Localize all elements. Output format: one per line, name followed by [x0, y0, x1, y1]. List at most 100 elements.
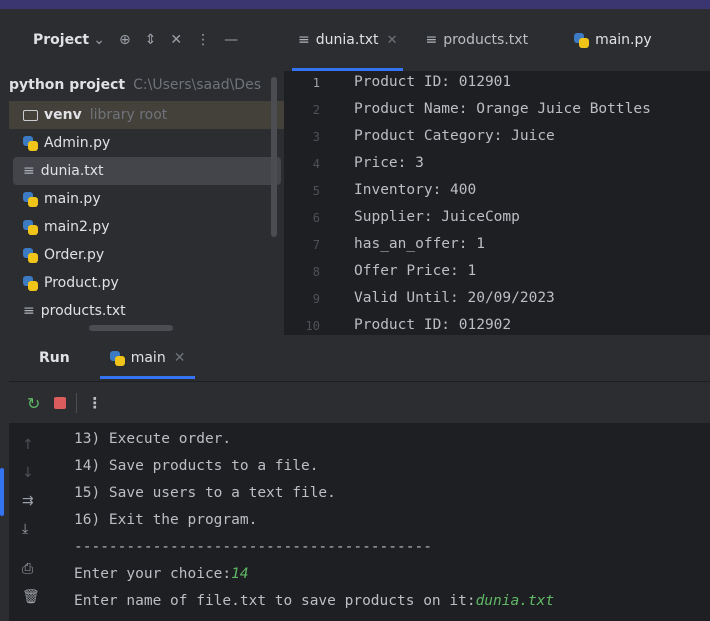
project-panel: Project ⌄ ⊕ ⇕ ✕ ⋮ — python project C:\Us… [9, 9, 284, 335]
console-line: 13) Execute order. [74, 431, 232, 447]
editor-area[interactable]: 1 2 3 4 5 6 7 8 9 10 Product ID: 012901 … [284, 71, 710, 335]
line-number: 6 [312, 211, 320, 225]
code-line: Offer Price: 1 [354, 263, 477, 279]
file-name: Order.py [44, 247, 105, 263]
run-side-toolbar: ↑ ↓ ⇉ ⤓ ⎙ 🗑 [9, 423, 54, 621]
console-line: 14) Save products to a file. [74, 458, 319, 474]
tree-item-admin-py[interactable]: Admin.py [9, 129, 284, 157]
line-number: 9 [312, 292, 320, 306]
run-panel-title: Run [39, 350, 70, 366]
python-file-icon [574, 32, 590, 48]
root-name: python project [9, 77, 126, 93]
prompt-text: Enter your choice: [74, 566, 232, 582]
tab-label: main.py [595, 32, 652, 48]
user-input: 14 [231, 566, 249, 582]
print-icon[interactable]: ⎙ [22, 561, 33, 577]
tree-item-main2-py[interactable]: main2.py [9, 213, 284, 241]
console-line: 15) Save users to a text file. [74, 485, 336, 501]
code-line: Product Category: Juice [354, 128, 555, 144]
line-number: 8 [312, 265, 320, 279]
text-file-icon: ≡ [298, 32, 310, 48]
user-input: dunia.txt [475, 593, 555, 609]
code-line: Product Name: Orange Juice Bottles [354, 101, 651, 117]
project-header: Project ⌄ ⊕ ⇕ ✕ ⋮ — [9, 9, 284, 71]
focus-indicator [0, 468, 4, 516]
expand-all-icon[interactable]: ⇕ [145, 32, 157, 48]
stop-icon[interactable] [54, 397, 67, 409]
python-file-icon [23, 275, 38, 291]
project-vertical-scrollbar[interactable] [271, 77, 277, 237]
chevron-down-icon: ⌄ [93, 32, 105, 48]
line-number: 3 [312, 130, 320, 144]
tree-item-products-txt[interactable]: ≡ products.txt [9, 297, 284, 325]
root-path: C:\Users\saad\Des [133, 77, 261, 93]
tab-label: products.txt [443, 32, 529, 48]
tree-item-order-py[interactable]: Order.py [9, 241, 284, 269]
project-view-dropdown[interactable]: Project ⌄ [33, 32, 105, 48]
file-name: dunia.txt [40, 163, 104, 179]
tree-root[interactable]: python project C:\Users\saad\Des [9, 71, 284, 99]
folder-icon [23, 109, 38, 121]
console-prompt-file: Enter name of file.txt to save products … [74, 593, 554, 609]
tab-label: dunia.txt [315, 32, 379, 48]
tree-item-dunia-txt[interactable]: ≡ dunia.txt [13, 157, 281, 185]
code-line: Inventory: 400 [354, 182, 477, 198]
rerun-icon[interactable]: ↻ [27, 394, 40, 413]
text-file-icon: ≡ [23, 163, 35, 179]
console-prompt-choice: Enter your choice:14 [74, 566, 249, 582]
locate-target-icon[interactable]: ⊕ [119, 32, 131, 48]
line-number: 4 [312, 157, 320, 171]
code-line: Product ID: 012902 [354, 317, 512, 333]
tab-dunia-txt[interactable]: ≡ dunia.txt ✕ [284, 9, 411, 71]
editor-tab-bar: ≡ dunia.txt ✕ ≡ products.txt main.py [284, 9, 710, 71]
file-name: Admin.py [44, 135, 111, 151]
arrow-up-icon[interactable]: ↑ [22, 437, 34, 453]
code-line: Valid Until: 20/09/2023 [354, 290, 555, 306]
run-tab-label: main [130, 350, 166, 366]
run-tab-main[interactable]: main ✕ [99, 335, 196, 381]
trash-icon[interactable]: 🗑 [22, 589, 40, 605]
line-number-gutter: 1 2 3 4 5 6 7 8 9 10 [284, 71, 334, 335]
python-file-icon [23, 247, 38, 263]
tool-window-bar [0, 9, 9, 621]
run-console[interactable]: 13) Execute order. 14) Save products to … [54, 423, 710, 621]
python-file-icon [23, 191, 38, 207]
text-file-icon: ≡ [425, 32, 438, 48]
file-name: products.txt [40, 303, 126, 319]
python-file-icon [23, 219, 38, 235]
line-number: 2 [312, 103, 320, 117]
more-options-icon[interactable]: ⋮ [87, 394, 102, 412]
line-number: 1 [312, 76, 320, 90]
python-run-icon [109, 350, 125, 366]
tree-item-main-py[interactable]: main.py [9, 185, 284, 213]
tree-item-product-py[interactable]: Product.py [9, 269, 284, 297]
scroll-to-end-icon[interactable]: ⤓ [22, 521, 28, 537]
venv-hint: library root [89, 107, 168, 123]
project-horizontal-scrollbar[interactable] [89, 325, 173, 331]
text-file-icon: ≡ [23, 303, 35, 319]
code-line: has_an_offer: 1 [354, 236, 485, 252]
arrow-down-icon[interactable]: ↓ [22, 465, 34, 481]
venv-name: venv [44, 107, 82, 123]
toolbar-divider [76, 393, 78, 413]
project-title: Project [33, 32, 90, 48]
run-toolbar: ↻ ⋮ [9, 381, 710, 424]
options-menu-icon[interactable]: ⋮ [196, 32, 210, 48]
run-panel-header: Run main ✕ [9, 335, 710, 381]
code-line: Supplier: JuiceComp [354, 209, 520, 225]
line-number: 5 [312, 184, 320, 198]
collapse-all-icon[interactable]: ✕ [170, 32, 182, 48]
tab-main-py[interactable]: main.py [560, 9, 666, 71]
tab-products-txt[interactable]: ≡ products.txt [411, 9, 542, 71]
code-line: Product ID: 012901 [354, 74, 512, 90]
console-separator: ----------------------------------------… [74, 539, 432, 555]
file-name: main.py [44, 191, 101, 207]
hide-panel-icon[interactable]: — [224, 32, 238, 48]
window-top-strip [0, 0, 710, 9]
close-icon[interactable]: ✕ [174, 350, 186, 366]
prompt-text: Enter name of file.txt to save products … [74, 593, 476, 609]
soft-wrap-icon[interactable]: ⇉ [22, 493, 34, 509]
line-number: 7 [312, 238, 320, 252]
tree-item-venv[interactable]: venv library root [9, 101, 284, 129]
close-icon[interactable]: ✕ [387, 33, 398, 48]
